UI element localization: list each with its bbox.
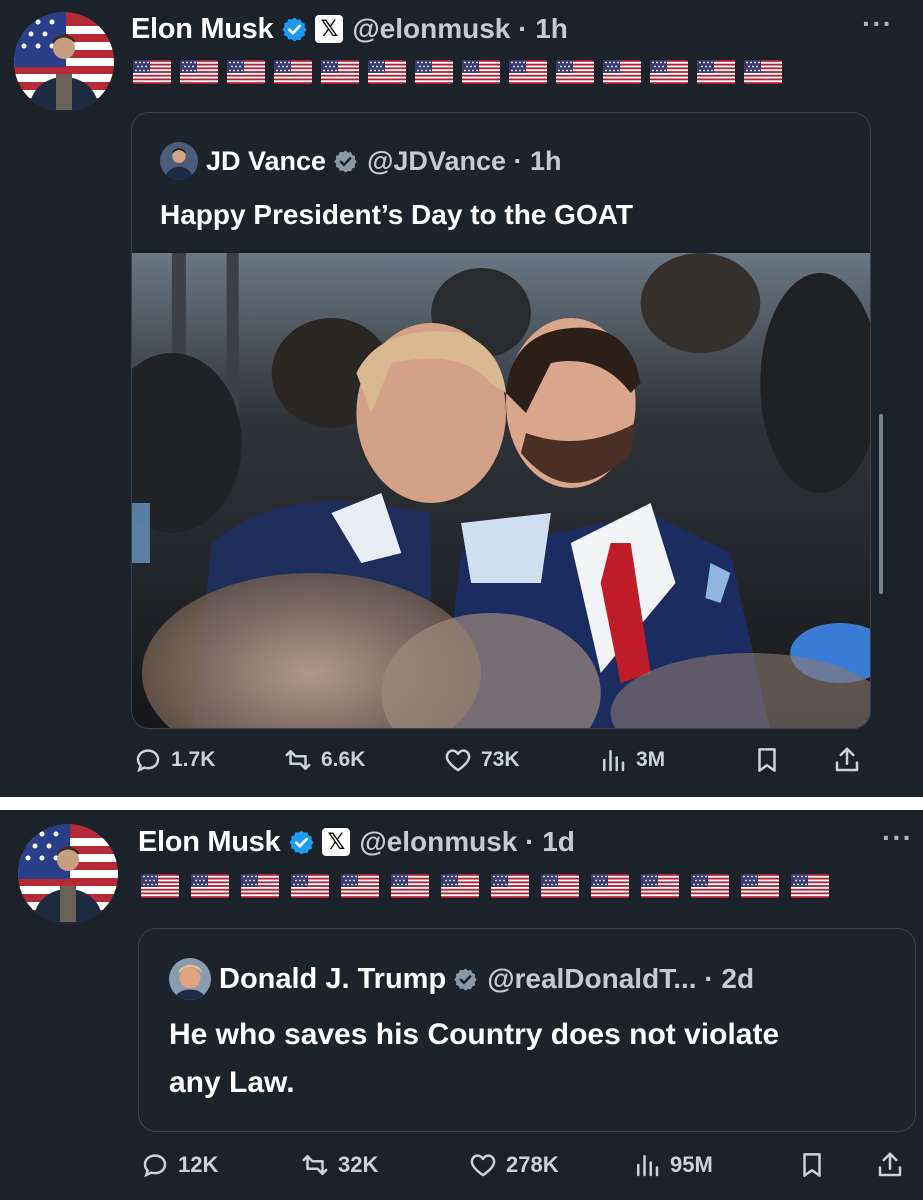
us-flag-icon (697, 60, 735, 84)
repost-button[interactable]: 6.6K (283, 745, 365, 775)
bookmark-button[interactable] (752, 745, 782, 775)
views-button[interactable]: 3M (598, 745, 665, 775)
x-logo-icon: 𝕏 (322, 828, 351, 856)
us-flag-icon (391, 874, 429, 898)
quoted-avatar[interactable] (160, 142, 198, 180)
flag-emoji-row (141, 874, 829, 898)
us-flag-icon (791, 874, 829, 898)
like-count: 278K (506, 1152, 559, 1177)
bookmark-button[interactable] (797, 1150, 827, 1180)
verified-icon (281, 16, 308, 43)
quoted-tweet[interactable]: JD Vance @JDVance · 1h Happy President’s… (131, 112, 871, 729)
reply-button[interactable]: 1.7K (133, 745, 215, 775)
us-flag-icon (641, 874, 679, 898)
like-icon (470, 1154, 496, 1177)
quoted-avatar[interactable] (169, 958, 211, 1000)
scrollbar[interactable] (879, 414, 883, 594)
repost-count: 32K (338, 1152, 379, 1177)
like-button[interactable]: 73K (443, 745, 520, 775)
repost-icon (302, 1155, 328, 1175)
avatar[interactable] (14, 12, 114, 112)
bookmark-icon (758, 748, 776, 772)
views-count: 95M (670, 1152, 713, 1177)
quoted-handle-time[interactable]: @JDVance · 1h (367, 146, 561, 177)
quoted-tweet-photo[interactable] (132, 253, 870, 728)
reply-count: 12K (178, 1152, 219, 1177)
share-icon (878, 1152, 902, 1177)
repost-button[interactable]: 32K (300, 1150, 378, 1180)
us-flag-icon (603, 60, 641, 84)
author-name[interactable]: Elon Musk (131, 13, 274, 46)
us-flag-icon (691, 874, 729, 898)
share-icon (835, 747, 859, 772)
us-flag-icon (556, 60, 594, 84)
verified-icon (453, 967, 478, 992)
us-flag-icon (321, 60, 359, 84)
views-button[interactable]: 95M (632, 1150, 713, 1180)
us-flag-icon (227, 60, 265, 84)
share-button[interactable] (832, 745, 862, 775)
quoted-tweet[interactable]: Donald J. Trump @realDonaldT... · 2d He … (138, 928, 916, 1132)
quoted-tweet-text: Happy President’s Day to the GOAT (160, 199, 633, 230)
views-count: 3M (636, 748, 666, 771)
screenshot-separator (0, 797, 923, 810)
us-flag-icon (133, 60, 171, 84)
us-flag-icon (141, 874, 179, 898)
like-count: 73K (481, 748, 520, 771)
us-flag-icon (274, 60, 312, 84)
reply-icon (136, 749, 160, 773)
us-flag-icon (180, 60, 218, 84)
share-button[interactable] (875, 1150, 905, 1180)
us-flag-icon (191, 874, 229, 898)
quoted-author-name[interactable]: Donald J. Trump (219, 963, 446, 996)
us-flag-icon (441, 874, 479, 898)
quoted-author-name[interactable]: JD Vance (206, 146, 326, 177)
us-flag-icon (541, 874, 579, 898)
verified-icon (333, 149, 358, 174)
quoted-handle-time[interactable]: @realDonaldT... · 2d (487, 963, 754, 995)
views-icon (637, 1155, 659, 1177)
us-flag-icon (741, 874, 779, 898)
x-logo-icon: 𝕏 (315, 15, 344, 43)
author-handle-time[interactable]: @elonmusk · 1d (359, 826, 575, 858)
us-flag-icon (591, 874, 629, 898)
avatar[interactable] (18, 824, 118, 924)
us-flag-icon (744, 60, 782, 84)
us-flag-icon (650, 60, 688, 84)
quoted-tweet-text-line: He who saves his Country does not violat… (169, 1018, 780, 1051)
quoted-tweet-text: He who saves his Country does not violat… (169, 1011, 779, 1107)
us-flag-icon (491, 874, 529, 898)
quoted-tweet-text-line: any Law. (169, 1066, 295, 1099)
like-icon (445, 749, 471, 772)
verified-icon (288, 829, 315, 856)
repost-count: 6.6K (321, 748, 366, 771)
us-flag-icon (291, 874, 329, 898)
repost-icon (285, 750, 311, 770)
more-icon[interactable]: ··· (882, 822, 913, 854)
author-name[interactable]: Elon Musk (138, 826, 281, 859)
us-flag-icon (415, 60, 453, 84)
us-flag-icon (368, 60, 406, 84)
author-handle-time[interactable]: @elonmusk · 1h (352, 13, 568, 45)
reply-button[interactable]: 12K (140, 1150, 218, 1180)
us-flag-icon (241, 874, 279, 898)
us-flag-icon (462, 60, 500, 84)
reply-count: 1.7K (171, 748, 216, 771)
reply-icon (143, 1154, 167, 1178)
us-flag-icon (509, 60, 547, 84)
us-flag-icon (341, 874, 379, 898)
flag-emoji-row (133, 60, 782, 84)
tweet-card[interactable]: Elon Musk 𝕏 @elonmusk · 1d ··· Donald J.… (0, 810, 923, 1200)
views-icon (603, 750, 625, 772)
more-icon[interactable]: ··· (862, 8, 893, 40)
like-button[interactable]: 278K (468, 1150, 559, 1180)
tweet-card[interactable]: Elon Musk 𝕏 @elonmusk · 1h ··· JD Vance … (0, 0, 923, 797)
bookmark-icon (803, 1153, 821, 1177)
